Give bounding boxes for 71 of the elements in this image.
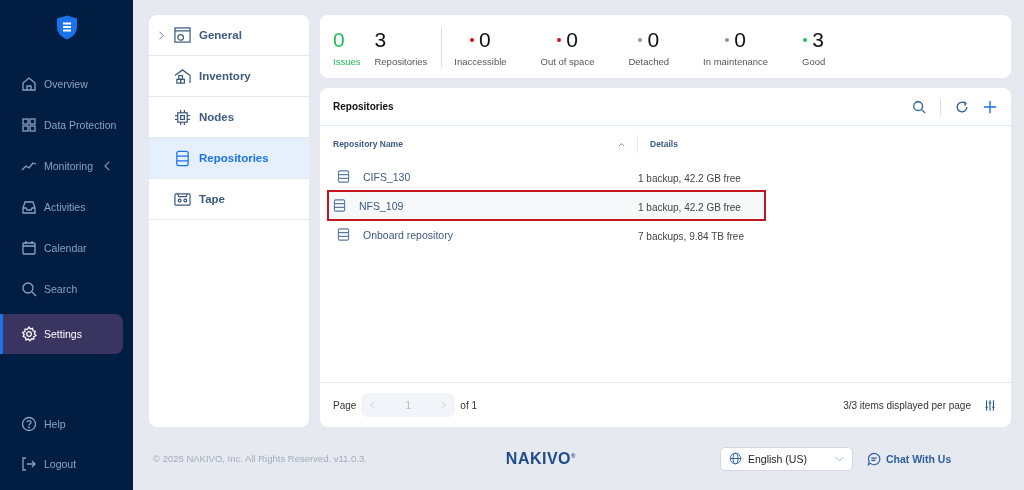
stat-label: Repositories: [374, 55, 428, 67]
home-icon: [21, 76, 37, 92]
sliders-icon[interactable]: [984, 398, 996, 412]
gear-icon: [21, 326, 37, 342]
refresh-icon[interactable]: [955, 99, 969, 114]
chip-icon: [174, 108, 191, 126]
grid-icon: [21, 117, 37, 133]
stat-label: Good: [802, 55, 826, 67]
column-header[interactable]: Details: [650, 139, 678, 149]
shield-logo-icon: [55, 14, 78, 41]
nav-item[interactable]: Monitoring: [0, 150, 120, 182]
nav-item[interactable]: Data Protection: [0, 109, 120, 141]
items-per-page: 3/3 items displayed per page: [843, 399, 971, 411]
settings-menu-item[interactable]: Repositories: [149, 138, 309, 179]
add-icon[interactable]: [983, 99, 997, 114]
language-dropdown[interactable]: English (US): [720, 446, 853, 471]
chat-bubble-icon: [867, 451, 881, 466]
copyright-text: © 2025 NAKIVO, Inc. All Rights Reserved. v11.0.3.: [153, 453, 367, 464]
stat-value: 0: [566, 26, 578, 53]
repo-icon: [174, 149, 191, 167]
stat-value: 3: [374, 26, 387, 53]
repository-icon: [333, 199, 346, 212]
stat-value: 0: [734, 26, 746, 53]
repository-icon: [337, 170, 350, 183]
stat-value: 0: [333, 26, 345, 53]
stat-value: 3: [812, 26, 825, 53]
stat-value: 0: [479, 26, 491, 53]
chat-link[interactable]: Chat With Us: [867, 451, 952, 466]
repository-details: 7 backups, 9.84 TB free: [638, 230, 744, 242]
general-icon: [174, 26, 191, 44]
repository-details: 1 backup, 42.2 GB free: [638, 201, 741, 213]
table-row[interactable]: CIFS_130 1 backup, 42.2 GB free: [320, 162, 1011, 191]
repository-icon: [337, 228, 350, 241]
nav-item[interactable]: Settings: [0, 314, 123, 354]
page-count: of 1: [460, 399, 478, 411]
inbox-icon: [21, 199, 37, 215]
search-icon: [21, 281, 37, 297]
nav-item[interactable]: Overview: [0, 68, 120, 100]
nav-item[interactable]: Logout: [0, 448, 120, 480]
globe-icon: [729, 452, 742, 465]
nav-item[interactable]: Activities: [0, 191, 120, 223]
repository-name: CIFS_130: [363, 170, 411, 183]
calendar-icon: [21, 240, 37, 256]
settings-menu-item[interactable]: General: [149, 15, 309, 56]
page-label: Page: [333, 399, 357, 411]
repository-name: NFS_109: [359, 199, 404, 212]
tape-icon: [174, 190, 191, 208]
stat-value: 0: [647, 26, 660, 53]
brand-logo: NAKIVO$^{®}$: [505, 449, 576, 468]
table-row[interactable]: Onboard repository 7 backups, 9.84 TB free: [320, 220, 1011, 249]
nav-item[interactable]: Help: [0, 408, 120, 440]
logout-icon: [21, 456, 37, 472]
sort-caret-icon[interactable]: [618, 141, 625, 147]
stat-label: In maintenance: [703, 55, 769, 67]
settings-menu-item[interactable]: Inventory: [149, 56, 309, 97]
nav-item[interactable]: Search: [0, 273, 120, 305]
nav-item[interactable]: Calendar: [0, 232, 120, 264]
help-icon: [21, 416, 37, 432]
settings-menu-item[interactable]: Tape: [149, 179, 309, 220]
inventory-icon: [174, 67, 191, 85]
repository-name: Onboard repository: [363, 228, 453, 241]
stat-label: Issues: [333, 55, 361, 67]
repository-details: 1 backup, 42.2 GB free: [638, 172, 741, 184]
search-icon[interactable]: [912, 99, 926, 114]
chevron-down-icon: [835, 455, 844, 462]
table-row[interactable]: NFS_109 1 backup, 42.2 GB free: [328, 191, 765, 220]
stat-label: Out of space: [540, 55, 595, 67]
stat-label: Detached: [628, 55, 670, 67]
stat-label: Inaccessible: [454, 55, 507, 67]
panel-title: Repositories: [333, 101, 394, 112]
column-header[interactable]: Repository Name: [333, 139, 403, 149]
